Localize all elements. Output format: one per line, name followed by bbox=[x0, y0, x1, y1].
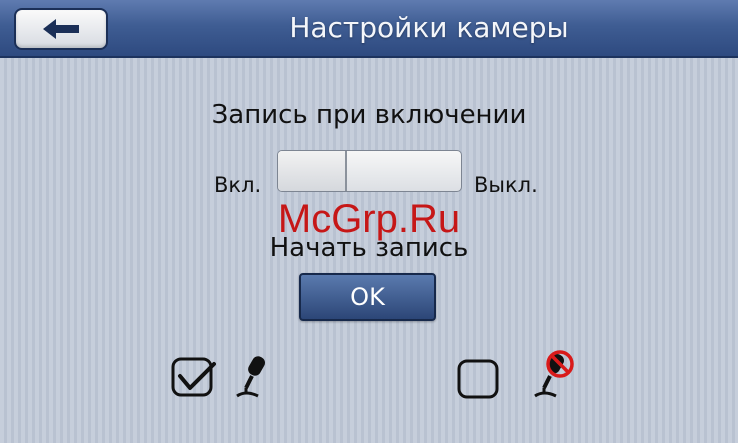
toggle-knob[interactable] bbox=[278, 151, 347, 191]
back-button[interactable] bbox=[14, 8, 108, 50]
arrow-left-icon bbox=[43, 19, 79, 39]
toggle-on-label: Вкл. bbox=[214, 173, 262, 197]
microphone-icon bbox=[236, 356, 265, 398]
record-audio-checkbox-checked[interactable] bbox=[170, 356, 216, 400]
record-on-start-label: Запись при включении bbox=[211, 100, 527, 130]
start-recording-label: Начать запись bbox=[269, 233, 469, 263]
record-on-start-toggle[interactable] bbox=[277, 150, 462, 192]
toggle-off-label: Выкл. bbox=[474, 173, 538, 197]
mute-audio-checkbox[interactable] bbox=[456, 358, 502, 402]
page-title: Настройки камеры bbox=[289, 11, 569, 44]
microphone-muted-icon bbox=[534, 350, 574, 398]
ok-button[interactable]: OK bbox=[299, 273, 436, 321]
header-bar: Настройки камеры bbox=[0, 0, 738, 58]
